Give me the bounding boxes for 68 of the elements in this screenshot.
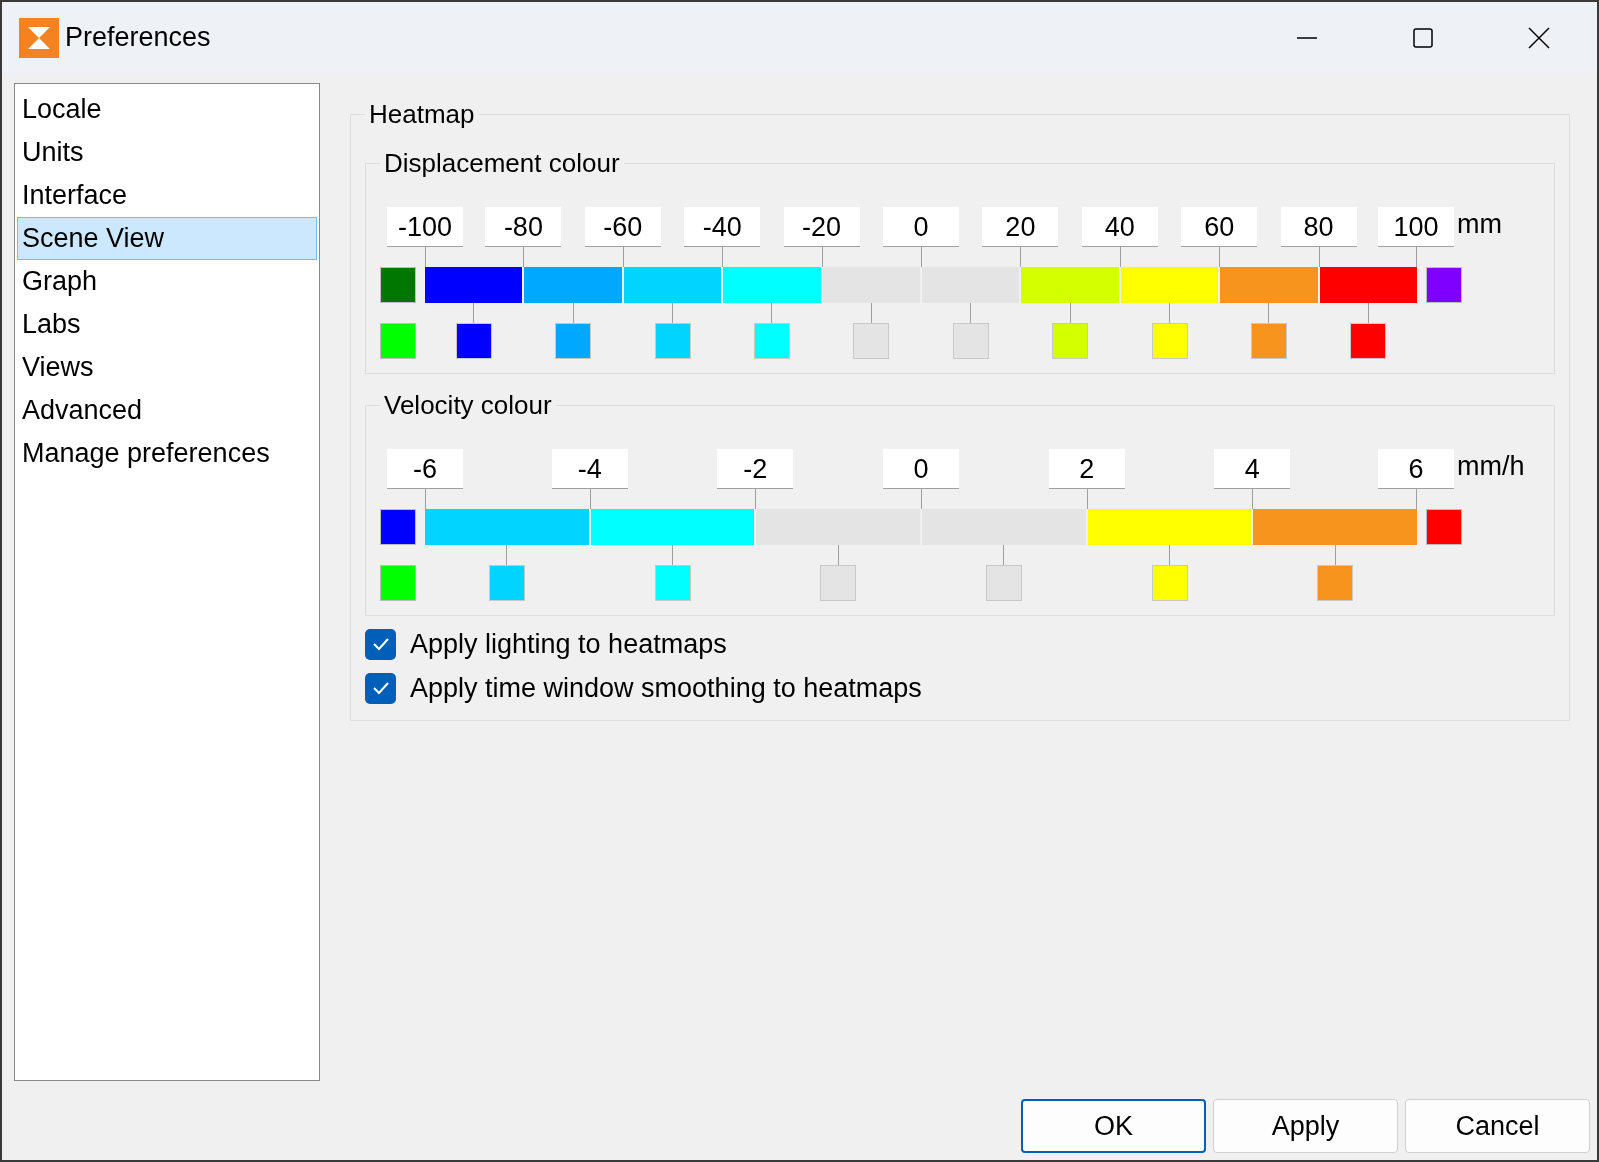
overflow-colour-swatch[interactable]	[1426, 267, 1462, 303]
colour-swatch[interactable]	[488, 565, 525, 601]
tick-value-field[interactable]: -40	[684, 207, 761, 247]
colour-swatch[interactable]	[753, 323, 790, 359]
category-item[interactable]: Scene View	[17, 217, 317, 260]
underflow-colour-swatch[interactable]	[380, 509, 416, 545]
tick-value-field[interactable]: 40	[1081, 207, 1158, 247]
category-item[interactable]: Interface	[17, 174, 317, 217]
group-title: Heatmap	[368, 99, 476, 130]
overflow-colour-swatch[interactable]	[1426, 509, 1462, 545]
tick-value-field[interactable]: -4	[551, 449, 628, 489]
category-item[interactable]: Advanced	[17, 389, 317, 432]
tick-value-field[interactable]: 6	[1378, 449, 1454, 489]
colour-swatch[interactable]	[985, 565, 1022, 601]
tick-value-field[interactable]: -6	[387, 449, 463, 489]
colour-swatch[interactable]	[820, 565, 857, 601]
underflow-colour-swatch[interactable]	[380, 267, 416, 303]
window-title: Preferences	[65, 22, 211, 53]
unit-label: mm	[1457, 208, 1502, 241]
app-logo-icon	[19, 17, 59, 58]
tick-value-field[interactable]: 4	[1214, 449, 1291, 489]
colour-swatch[interactable]	[853, 323, 890, 359]
group-title: Displacement colour	[383, 148, 621, 179]
group-title: Velocity colour	[383, 390, 553, 421]
colour-swatch[interactable]	[1317, 565, 1354, 601]
category-item[interactable]: Manage preferences	[17, 432, 317, 475]
close-icon	[1528, 26, 1550, 49]
category-item[interactable]: Graph	[17, 260, 317, 303]
colour-swatch[interactable]	[380, 323, 416, 359]
checkbox[interactable]	[365, 628, 396, 660]
category-item[interactable]: Views	[17, 346, 317, 389]
tick-value-field[interactable]: 0	[883, 449, 959, 489]
maximize-icon	[1413, 27, 1433, 48]
tick-value-field[interactable]: 2	[1048, 449, 1125, 489]
colour-swatch[interactable]	[380, 565, 416, 601]
colour-swatch[interactable]	[455, 323, 492, 359]
tick-value-field[interactable]: 0	[883, 207, 959, 247]
tick-value-field[interactable]: -80	[485, 207, 562, 247]
category-item[interactable]: Locale	[17, 88, 317, 131]
colour-swatch[interactable]	[1250, 323, 1287, 359]
colour-swatch[interactable]	[952, 323, 989, 359]
tick-value-field[interactable]: -60	[584, 207, 661, 247]
tick-value-field[interactable]: 100	[1378, 207, 1454, 247]
colour-swatch[interactable]	[654, 565, 691, 601]
tick-value-field[interactable]: -100	[387, 207, 463, 247]
tick-value-field[interactable]: 60	[1181, 207, 1258, 247]
colour-swatch[interactable]	[555, 323, 592, 359]
tick-value-field[interactable]: 80	[1280, 207, 1357, 247]
tick-value-field[interactable]: -2	[717, 449, 794, 489]
dialog-button[interactable]: Apply	[1213, 1099, 1398, 1153]
dialog-button[interactable]: OK	[1021, 1099, 1206, 1153]
colour-swatch[interactable]	[1052, 323, 1089, 359]
checkmark-icon	[371, 681, 390, 695]
colour-swatch[interactable]	[1350, 323, 1387, 359]
colour-swatch[interactable]	[1151, 323, 1188, 359]
dialog-button[interactable]: Cancel	[1405, 1099, 1590, 1153]
tick-value-field[interactable]: -20	[783, 207, 860, 247]
checkmark-icon	[371, 637, 390, 651]
colour-swatch[interactable]	[1151, 565, 1188, 601]
checkbox-label: Apply time window smoothing to heatmaps	[410, 672, 922, 704]
checkbox[interactable]	[365, 672, 396, 704]
minimize-icon	[1297, 36, 1317, 39]
tick-value-field[interactable]: 20	[982, 207, 1059, 247]
category-item[interactable]: Labs	[17, 303, 317, 346]
category-item[interactable]: Units	[17, 131, 317, 174]
unit-label: mm/h	[1457, 450, 1525, 483]
checkbox-label: Apply lighting to heatmaps	[410, 628, 727, 660]
colour-swatch[interactable]	[654, 323, 691, 359]
